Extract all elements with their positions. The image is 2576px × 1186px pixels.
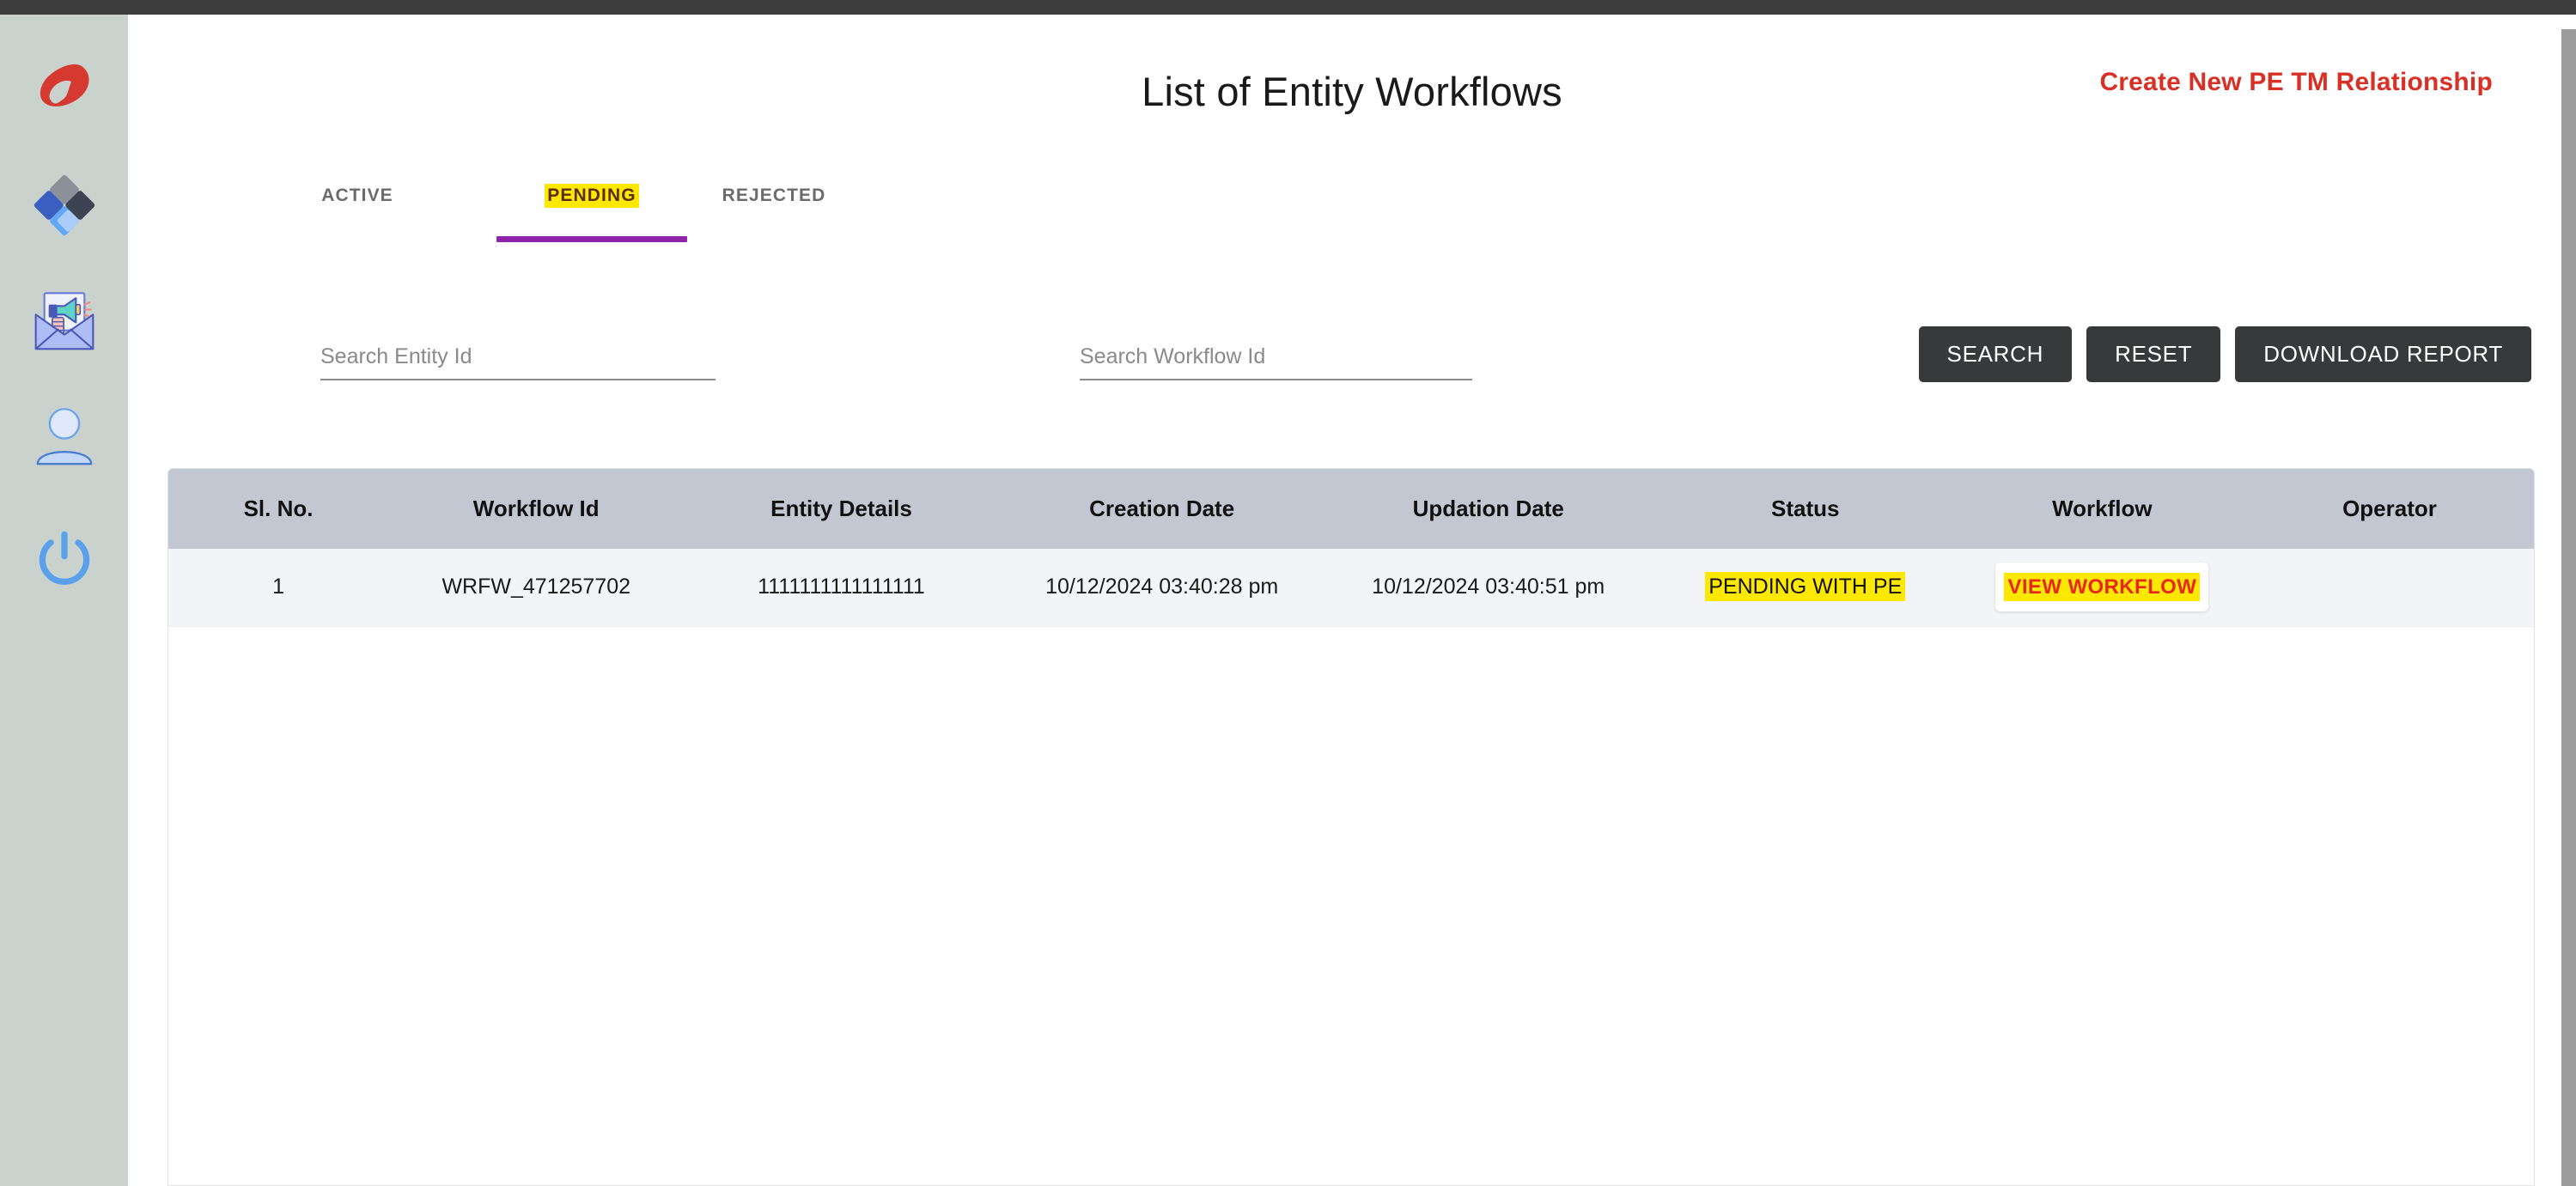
power-icon — [39, 531, 89, 585]
cell-sl-no: 1 — [168, 549, 389, 627]
tab-pending[interactable]: PENDING — [496, 173, 687, 242]
view-workflow-label: VIEW WORKFLOW — [2004, 573, 2201, 602]
cell-workflow-action: VIEW WORKFLOW — [1958, 549, 2245, 627]
table-row[interactable]: 1 WRFW_471257702 1111111111111111 10/12/… — [168, 549, 2534, 627]
reset-button[interactable]: RESET — [2086, 326, 2221, 382]
search-workflow-id-field — [1080, 334, 1472, 394]
sidebar-item-campaign[interactable] — [21, 277, 107, 363]
column-header-status: Status — [1651, 469, 1959, 549]
cell-entity-details: 1111111111111111 — [684, 549, 999, 627]
diamond-quadrant-icon — [33, 174, 94, 236]
column-header-operator: Operator — [2244, 469, 2534, 549]
envelope-megaphone-icon — [34, 292, 94, 350]
search-entity-id-input[interactable] — [320, 334, 716, 380]
sidebar-item-airtel-logo[interactable] — [21, 46, 107, 131]
airtel-swirl-logo-icon — [40, 64, 89, 106]
view-workflow-button[interactable]: VIEW WORKFLOW — [1995, 563, 2209, 612]
search-workflow-id-input[interactable] — [1080, 334, 1472, 380]
download-report-button[interactable]: DOWNLOAD REPORT — [2235, 326, 2531, 382]
tab-rejected-label: REJECTED — [722, 186, 826, 205]
page-scrollbar-track[interactable] — [2561, 15, 2576, 1186]
table-header-row: Sl. No. Workflow Id Entity Details Creat… — [168, 469, 2534, 549]
sidebar-item-dashboard[interactable] — [21, 162, 107, 248]
app-root: List of Entity Workflows Create New PE T… — [0, 0, 2576, 1186]
cell-status: PENDING WITH PE — [1651, 549, 1959, 627]
status-badge: PENDING WITH PE — [1705, 572, 1906, 602]
column-header-workflow: Workflow — [1958, 469, 2245, 549]
user-avatar-icon — [36, 408, 92, 465]
workflows-table: Sl. No. Workflow Id Entity Details Creat… — [168, 469, 2534, 627]
cell-workflow-id: WRFW_471257702 — [388, 549, 685, 627]
tab-pending-label: PENDING — [545, 184, 639, 208]
cell-operator — [2244, 549, 2534, 627]
page-scrollbar-thumb[interactable] — [2561, 29, 2576, 1186]
create-new-pe-tm-relationship-link[interactable]: Create New PE TM Relationship — [2099, 68, 2493, 97]
sidebar-item-logout[interactable] — [21, 516, 107, 602]
table-empty-area — [168, 626, 2534, 1108]
workflow-status-tabs: ACTIVE PENDING REJECTED — [306, 173, 852, 242]
tab-active[interactable]: ACTIVE — [306, 173, 409, 208]
column-header-sl-no: Sl. No. — [168, 469, 389, 549]
left-sidebar — [0, 15, 128, 1186]
sidebar-item-profile[interactable] — [21, 394, 107, 480]
main-content: List of Entity Workflows Create New PE T… — [128, 15, 2576, 1186]
column-header-entity-details: Entity Details — [684, 469, 999, 549]
tab-active-label: ACTIVE — [321, 186, 393, 205]
column-header-creation-date: Creation Date — [998, 469, 1325, 549]
tab-rejected[interactable]: REJECTED — [696, 173, 852, 208]
column-header-updation-date: Updation Date — [1325, 469, 1652, 549]
cell-updation-date: 10/12/2024 03:40:51 pm — [1325, 549, 1652, 627]
table-header: Sl. No. Workflow Id Entity Details Creat… — [168, 469, 2534, 549]
cell-creation-date: 10/12/2024 03:40:28 pm — [998, 549, 1325, 627]
search-button[interactable]: SEARCH — [1918, 326, 2073, 382]
search-entity-id-field — [320, 334, 716, 394]
action-button-row: SEARCH RESET DOWNLOAD REPORT — [1918, 326, 2531, 382]
column-header-workflow-id: Workflow Id — [388, 469, 685, 549]
workflows-table-card: Sl. No. Workflow Id Entity Details Creat… — [167, 468, 2535, 1186]
window-top-bar — [0, 0, 2576, 15]
table-body: 1 WRFW_471257702 1111111111111111 10/12/… — [168, 549, 2534, 627]
tab-active-indicator — [496, 236, 687, 242]
